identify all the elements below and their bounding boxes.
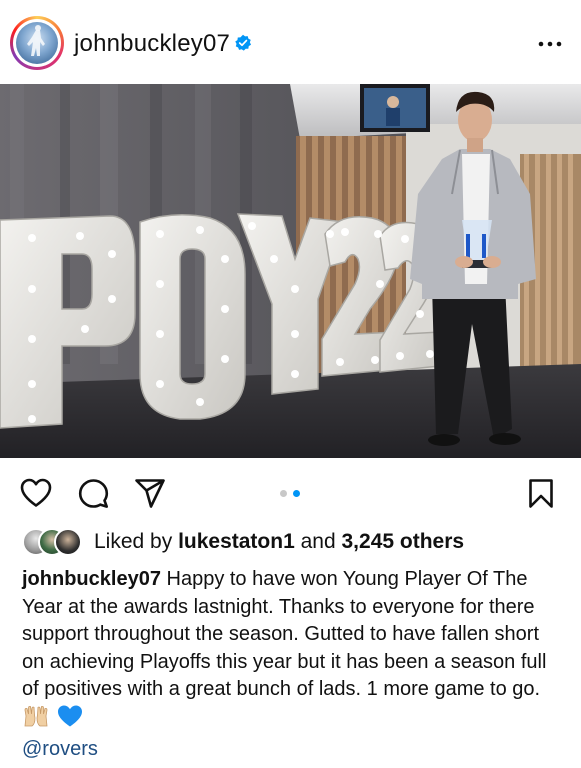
photo-scene — [0, 84, 581, 458]
heart-icon[interactable] — [20, 478, 52, 508]
blue-heart-icon — [56, 704, 84, 737]
post-caption: johnbuckley07 Happy to have won Young Pl… — [22, 566, 562, 764]
mention-link[interactable]: @rovers — [22, 738, 98, 760]
carousel-dot-1[interactable] — [280, 490, 287, 497]
liker-avatar-3[interactable] — [54, 528, 82, 556]
liked-by-and: and — [300, 530, 336, 553]
bookmark-icon[interactable] — [528, 478, 554, 509]
likes-summary[interactable]: Liked by lukestaton1 and 3,245 others — [94, 530, 464, 554]
username[interactable]: johnbuckley07 — [74, 30, 230, 58]
verified-badge-icon — [235, 34, 252, 51]
raising-hands-icon — [22, 704, 50, 737]
liked-by-label: Liked by — [94, 530, 173, 553]
avatar-image — [16, 22, 58, 64]
share-icon[interactable] — [134, 478, 166, 509]
likes-others-link[interactable]: 3,245 others — [342, 530, 465, 553]
likes-row: Liked by lukestaton1 and 3,245 others — [22, 528, 562, 556]
carousel-indicator — [280, 484, 306, 502]
more-options-icon[interactable] — [538, 40, 562, 48]
comment-icon[interactable] — [78, 478, 109, 509]
liked-by-user-link[interactable]: lukestaton1 — [178, 530, 295, 553]
caption-username[interactable]: johnbuckley07 — [22, 568, 161, 590]
carousel-dot-2-active[interactable] — [293, 490, 300, 497]
post-header: johnbuckley07 — [0, 0, 581, 84]
profile-avatar[interactable] — [10, 16, 64, 70]
post-photo[interactable] — [0, 84, 581, 458]
